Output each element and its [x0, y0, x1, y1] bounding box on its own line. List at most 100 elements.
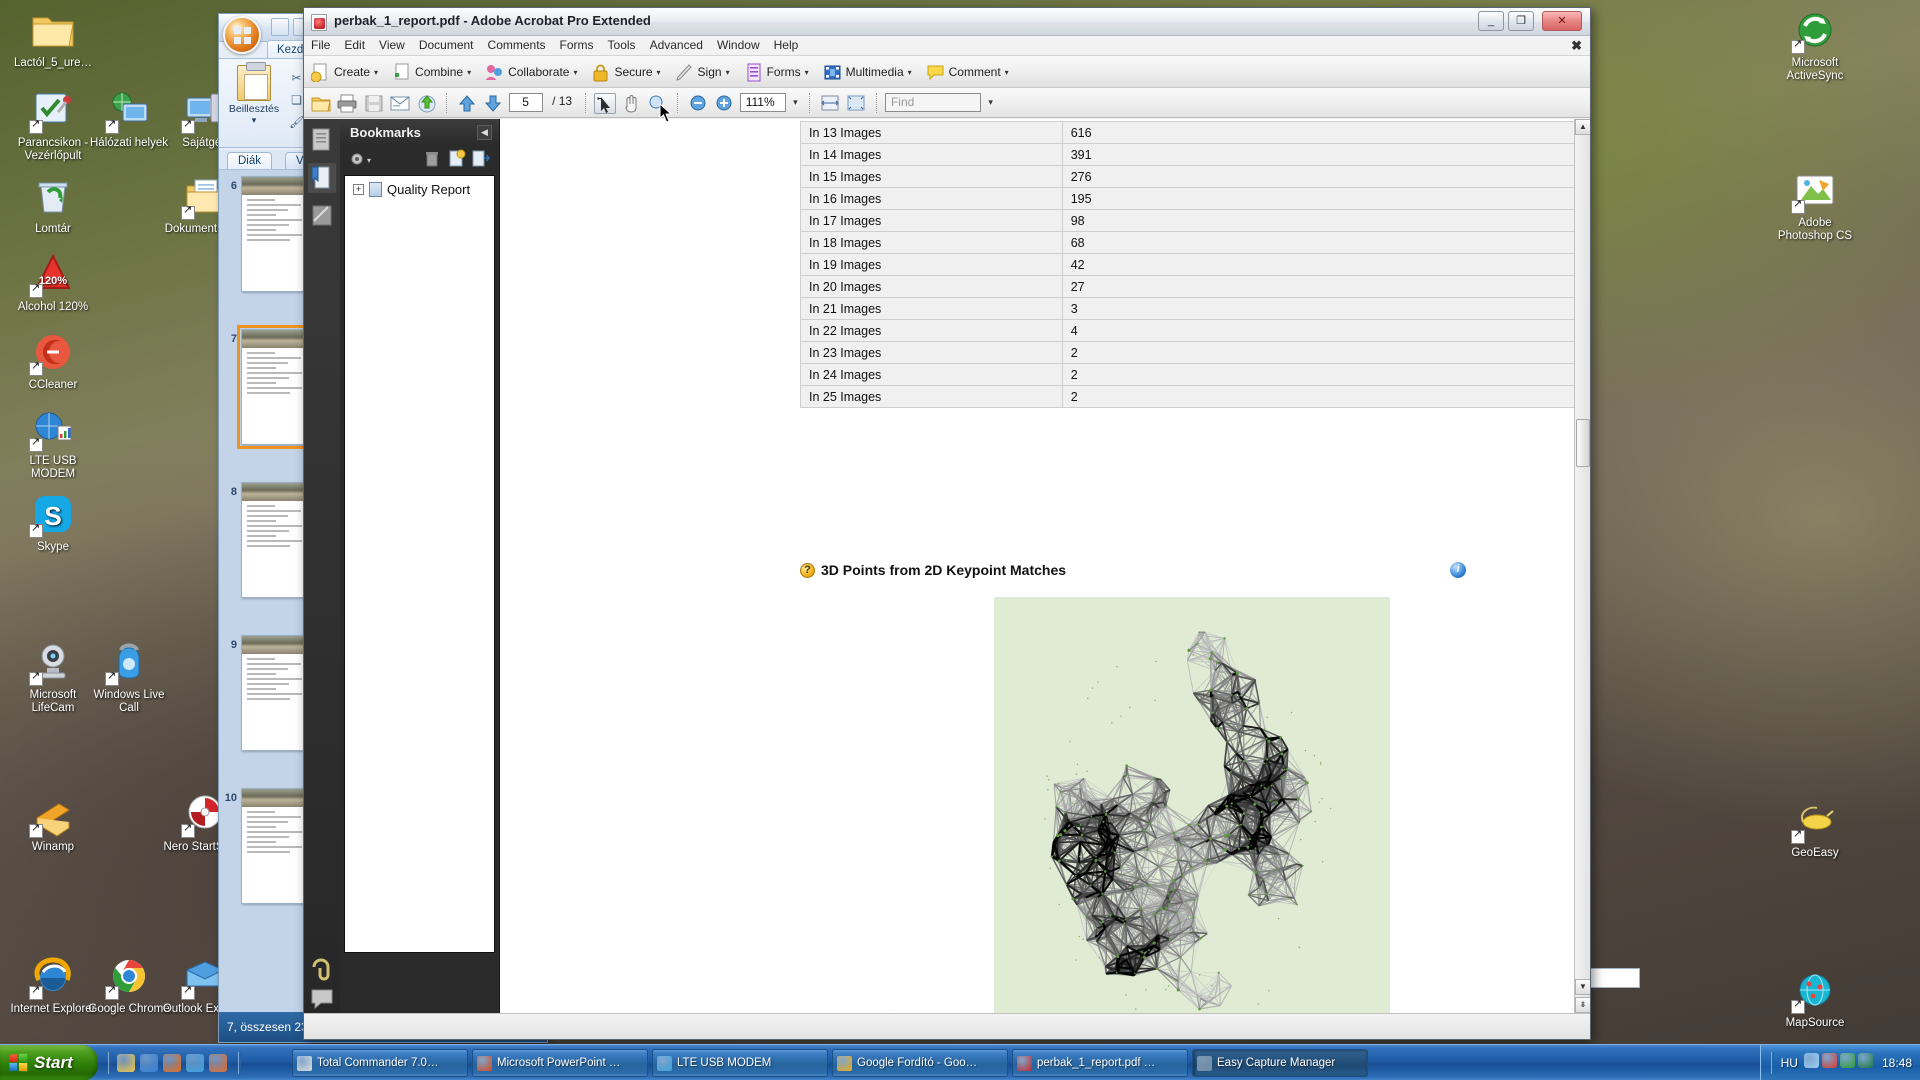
zoom-level-input[interactable]: 111%: [739, 93, 786, 112]
previous-page-icon[interactable]: [456, 93, 478, 114]
taskbar-window-list[interactable]: Total Commander 7.0… Microsoft PowerPoint…: [292, 1049, 1368, 1077]
desktop-icon-folder-lactol[interactable]: Lactól_5_ure…: [10, 6, 96, 70]
desktop-icon-microsoft-activesync[interactable]: Microsoft ActiveSync: [1772, 6, 1858, 83]
close-button[interactable]: ✕: [1542, 11, 1582, 31]
expand-bookmarks-icon[interactable]: [472, 149, 491, 173]
pdf-vertical-scrollbar[interactable]: ▲ ▼ ⇟: [1574, 119, 1590, 1013]
fit-page-icon[interactable]: [845, 93, 867, 114]
format-painter-icon[interactable]: 🖌: [289, 115, 304, 130]
internet-explorer-icon[interactable]: [140, 1054, 158, 1072]
expand-icon[interactable]: +: [353, 184, 364, 195]
zoom-dropdown-icon[interactable]: ▾: [790, 93, 801, 108]
options-dropdown-icon[interactable]: ▾: [367, 156, 371, 165]
desktop-icon-network-places[interactable]: Hálózati helyek: [86, 86, 172, 150]
taskbar-lte-usb-modem[interactable]: LTE USB MODEM: [652, 1049, 828, 1077]
page-number-input[interactable]: 5: [508, 93, 543, 112]
new-bookmark-icon[interactable]: [448, 149, 466, 173]
menu-window[interactable]: Window: [710, 36, 767, 55]
clock[interactable]: 18:48: [1882, 1056, 1912, 1070]
bookmark-item-quality-report[interactable]: + Quality Report: [353, 182, 470, 197]
scroll-down-button[interactable]: ▼: [1575, 979, 1590, 995]
tasklist-grip[interactable]: [238, 1052, 242, 1074]
desktop-icon-mapsource[interactable]: MapSource: [1772, 966, 1858, 1030]
system-tray[interactable]: HU 18:48: [1759, 1045, 1920, 1080]
tray-grip[interactable]: [1770, 1052, 1775, 1074]
menu-edit[interactable]: Edit: [337, 36, 372, 55]
desktop-icon-winamp[interactable]: Winamp: [10, 790, 96, 854]
delete-bookmark-icon[interactable]: [424, 150, 440, 173]
nav-tab-strip[interactable]: [304, 119, 340, 1013]
green-status-icon[interactable]: [1839, 1053, 1855, 1068]
forms-button[interactable]: Forms ▾: [737, 56, 816, 88]
start-button[interactable]: Start: [0, 1045, 98, 1080]
minimize-button[interactable]: _: [1478, 11, 1504, 31]
email-icon[interactable]: [389, 93, 411, 114]
menu-view[interactable]: View: [372, 36, 412, 55]
fit-width-icon[interactable]: [819, 93, 841, 114]
desktop-icon-ccleaner[interactable]: CCleaner: [10, 328, 96, 392]
multimedia-button[interactable]: Multimedia ▾: [816, 56, 919, 88]
paste-button[interactable]: Beillesztés ▾: [227, 62, 281, 126]
bookmarks-list[interactable]: + Quality Report: [344, 175, 495, 953]
desktop-icon-skype[interactable]: S Skype: [10, 490, 96, 554]
desktop-icon-lte-usb-modem[interactable]: LTE USB MODEM: [10, 404, 96, 481]
desktop-icon-internet-explorer[interactable]: Internet Explorer: [10, 952, 96, 1016]
taskbar-google-translate[interactable]: Google Fordító - Goo…: [832, 1049, 1008, 1077]
acrobat-main-toolbar[interactable]: 5 / 13 111% ▾ Find ▾: [304, 88, 1590, 118]
create-button[interactable]: Create ▾: [304, 56, 385, 88]
collapse-panel-button[interactable]: ◀: [477, 125, 492, 140]
help-question-icon[interactable]: ?: [800, 562, 815, 578]
next-page-scroll-button[interactable]: ⇟: [1575, 997, 1590, 1013]
combine-button[interactable]: Combine ▾: [385, 56, 478, 88]
attachments-panel-icon[interactable]: [308, 955, 336, 983]
copy-icon[interactable]: ❏: [289, 93, 304, 108]
tab-diak[interactable]: Diák: [227, 152, 273, 169]
select-tool-icon[interactable]: [594, 93, 616, 114]
forms-button-dropdown-icon[interactable]: ▾: [805, 68, 809, 77]
menu-document[interactable]: Document: [412, 36, 481, 55]
find-input[interactable]: Find: [884, 93, 981, 112]
collaborate-button[interactable]: Collaborate ▾: [478, 56, 584, 88]
sign-button[interactable]: Sign ▾: [668, 56, 737, 88]
volume-icon[interactable]: [1857, 1053, 1873, 1068]
taskbar-total-commander[interactable]: Total Commander 7.0…: [292, 1049, 468, 1077]
sign-button-dropdown-icon[interactable]: ▾: [726, 68, 730, 77]
acrobat-titlebar[interactable]: perbak_1_report.pdf - Adobe Acrobat Pro …: [304, 8, 1590, 36]
quick-launch-bar[interactable]: [108, 1045, 242, 1080]
pages-panel-icon[interactable]: [308, 125, 336, 155]
antivirus-icon[interactable]: [1821, 1053, 1837, 1068]
next-page-icon[interactable]: [482, 93, 504, 114]
bookmarks-toolbar[interactable]: ▾: [340, 147, 499, 173]
save-quick-icon[interactable]: [271, 18, 289, 36]
messenger-icon[interactable]: [186, 1054, 204, 1072]
info-icon[interactable]: i: [1450, 562, 1466, 578]
media-player-icon[interactable]: [209, 1054, 227, 1072]
comment-button-dropdown-icon[interactable]: ▾: [1005, 68, 1009, 77]
menu-forms[interactable]: Forms: [553, 36, 601, 55]
tray-icon-group[interactable]: [1803, 1053, 1876, 1073]
marquee-zoom-icon[interactable]: [647, 93, 669, 114]
combine-button-dropdown-icon[interactable]: ▾: [467, 68, 471, 77]
desktop-icon-geoeasy[interactable]: GeoEasy: [1772, 796, 1858, 860]
desktop-icon-microsoft-lifecam[interactable]: Microsoft LifeCam: [10, 638, 96, 715]
show-desktop-icon[interactable]: [117, 1054, 135, 1072]
menu-file[interactable]: File: [304, 36, 337, 55]
menu-tools[interactable]: Tools: [601, 36, 643, 55]
firefox-icon[interactable]: [163, 1054, 181, 1072]
comments-panel-icon[interactable]: [308, 985, 336, 1013]
quicklaunch-grip[interactable]: [108, 1052, 112, 1074]
office-orb-icon[interactable]: [223, 16, 261, 54]
save-icon[interactable]: [363, 93, 385, 114]
acrobat-menubar[interactable]: File Edit View Document Comments Forms Tools Ad…: [304, 36, 1590, 56]
bookmarks-panel-icon[interactable]: [308, 163, 336, 193]
pdf-page[interactable]: In 13 Images 616 In 14 Images 391 In 15 Imag…: [500, 119, 1590, 1013]
zoom-out-icon[interactable]: [687, 93, 709, 114]
acrobat-window[interactable]: perbak_1_report.pdf - Adobe Acrobat Pro …: [303, 7, 1591, 1040]
open-file-icon[interactable]: [310, 93, 332, 114]
pdf-scrollbar-thumb[interactable]: [1576, 419, 1590, 467]
acrobat-navigation-pane[interactable]: Bookmarks ◀ ▾ + Quality Report: [304, 119, 500, 1013]
pdf-page-viewport[interactable]: In 13 Images 616 In 14 Images 391 In 15 Imag…: [500, 119, 1590, 1013]
desktop-icon-adobe-photoshop-cs[interactable]: Adobe Photoshop CS: [1772, 166, 1858, 243]
scroll-up-button[interactable]: ▲: [1575, 119, 1590, 135]
desktop-icon-google-chrome[interactable]: Google Chrome: [86, 952, 172, 1016]
